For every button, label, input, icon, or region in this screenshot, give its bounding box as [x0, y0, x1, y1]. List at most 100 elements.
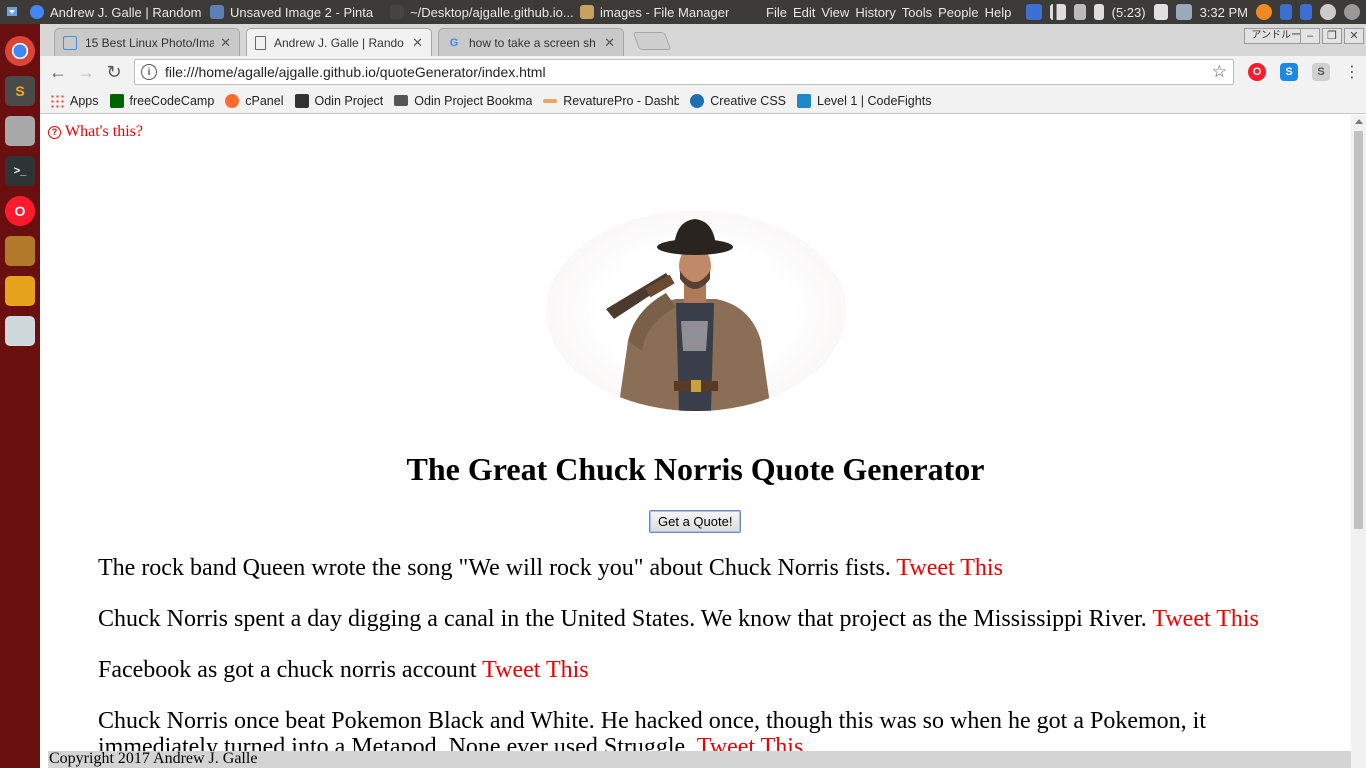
bookmark-creative-css[interactable]: Creative CSS — [690, 93, 786, 108]
update-icon[interactable] — [1320, 4, 1336, 20]
restore-button[interactable]: ❐ — [1322, 28, 1342, 44]
profile-name-button[interactable]: アンドルー — [1244, 28, 1308, 44]
presentation-icon[interactable] — [5, 276, 35, 306]
info-icon[interactable]: i — [141, 64, 157, 80]
bookmark-revaturepro[interactable]: RevaturePro - Dashb — [543, 94, 679, 108]
menu-help[interactable]: Help — [985, 5, 1012, 20]
settings-icon[interactable] — [1344, 4, 1360, 20]
chrome-icon[interactable] — [5, 36, 35, 66]
minimize-button[interactable]: – — [1300, 28, 1320, 44]
bookmark-label: cPanel — [245, 93, 284, 108]
taskbar-item-chrome[interactable]: Andrew J. Galle | Random ... — [24, 0, 204, 24]
tweet-this-link[interactable]: Tweet This — [1152, 606, 1259, 632]
revature-icon — [543, 98, 558, 103]
close-icon[interactable]: ✕ — [604, 35, 615, 51]
opera-icon[interactable]: O — [5, 196, 35, 226]
reload-button[interactable]: ↻ — [100, 58, 128, 86]
notes-icon[interactable] — [1153, 4, 1168, 20]
scrollbar-thumb[interactable] — [1354, 131, 1363, 529]
s-extension-icon[interactable]: S — [1312, 63, 1330, 81]
sublime-icon[interactable]: S — [5, 76, 35, 106]
archive-icon[interactable] — [5, 236, 35, 266]
tab-label: how to take a screen sh — [469, 35, 596, 50]
bookmarks-bar: Apps freeCodeCamp cPanel Odin Project Od… — [40, 88, 1366, 114]
mint-logo-icon[interactable] — [0, 0, 24, 24]
taskbar-label: Unsaved Image 2 - Pinta — [230, 4, 374, 20]
pinta-icon — [210, 5, 224, 19]
question-circle-icon: ? — [48, 125, 61, 139]
bluetooth-icon[interactable] — [1300, 4, 1312, 20]
tab-label: 15 Best Linux Photo/Ima — [85, 35, 215, 50]
bookmark-cpanel[interactable]: cPanel — [225, 93, 284, 108]
paint-icon[interactable] — [5, 316, 35, 346]
folder-icon — [394, 95, 409, 106]
creative-css-icon — [690, 93, 705, 108]
menu-tools[interactable]: Tools — [902, 5, 932, 20]
bookmark-odin-folder[interactable]: Odin Project Bookma — [394, 94, 532, 108]
input-method-icon[interactable] — [1256, 4, 1272, 20]
back-button[interactable]: ← — [44, 58, 72, 86]
bookmark-apps[interactable]: Apps — [50, 93, 99, 108]
bookmark-codefights[interactable]: Level 1 | CodeFights — [797, 93, 932, 108]
bookmark-label: Odin Project Bookma — [414, 93, 533, 108]
bookmark-freecodecamp[interactable]: freeCodeCamp — [109, 93, 214, 108]
bookmark-label: RevaturePro - Dashb — [563, 93, 680, 108]
tab-label: Andrew J. Galle | Rando — [274, 35, 404, 50]
launcher-dock: S >_ O — [0, 24, 40, 768]
close-window-button[interactable]: ✕ — [1344, 28, 1364, 44]
address-bar[interactable]: i file:///home/agalle/ajgalle.github.io/… — [134, 59, 1234, 85]
new-tab-button[interactable] — [632, 32, 672, 50]
menu-people[interactable]: People — [938, 5, 978, 20]
bookmark-star-icon[interactable]: ☆ — [1212, 62, 1227, 82]
menu-file[interactable]: File — [766, 5, 787, 20]
bluetooth-icon[interactable] — [1025, 4, 1042, 20]
bluetooth-icon[interactable] — [1280, 4, 1292, 20]
menu-icon[interactable]: ⋮ — [1344, 62, 1360, 82]
browser-toolbar: ← → ↻ i file:///home/agalle/ajgalle.gith… — [40, 56, 1366, 88]
file-cabinet-icon[interactable] — [5, 116, 35, 146]
cowboy-figure-icon — [606, 219, 771, 411]
google-icon: G — [449, 36, 459, 49]
system-tray: (5:23) 3:32 PM — [1025, 4, 1366, 20]
opera-extension-icon[interactable]: O — [1248, 63, 1266, 81]
quote-list: The rock band Queen wrote the song "We w… — [98, 555, 1278, 768]
bookmark-odin-project[interactable]: Odin Project — [294, 93, 383, 108]
scroll-up-icon[interactable] — [1355, 119, 1363, 124]
page-scrollbar[interactable] — [1351, 115, 1366, 768]
taskbar-label: ~/Desktop/ajgalle.github.io... — [410, 4, 574, 20]
clock[interactable]: 3:32 PM — [1200, 5, 1248, 20]
taskbar-item-pinta[interactable]: Unsaved Image 2 - Pinta — [204, 0, 384, 24]
url-text[interactable]: file:///home/agalle/ajgalle.github.io/qu… — [165, 64, 546, 80]
battery-icon[interactable] — [1093, 4, 1104, 20]
terminal-icon[interactable]: >_ — [5, 156, 35, 186]
whats-this-link[interactable]: ? What's this? — [48, 123, 143, 141]
folder-icon — [580, 5, 594, 19]
system-top-panel: Andrew J. Galle | Random ... Unsaved Ima… — [0, 0, 1366, 24]
tab-screenshot-search[interactable]: G how to take a screen sh ✕ — [438, 28, 624, 56]
apps-grid-icon — [50, 93, 64, 108]
menu-view[interactable]: View — [821, 5, 849, 20]
volume-icon[interactable] — [1073, 4, 1086, 20]
display-icon[interactable] — [1175, 4, 1192, 20]
tab-linux-photo[interactable]: 15 Best Linux Photo/Ima ✕ — [54, 28, 240, 56]
tab-andrew-galle[interactable]: Andrew J. Galle | Rando ✕ — [246, 28, 432, 56]
bookmark-label: Apps — [70, 93, 99, 108]
tweet-this-link[interactable]: Tweet This — [482, 657, 589, 683]
whats-this-label: What's this? — [65, 123, 143, 140]
menu-edit[interactable]: Edit — [793, 5, 815, 20]
menu-history[interactable]: History — [855, 5, 895, 20]
taskbar-item-editor[interactable]: ~/Desktop/ajgalle.github.io... — [384, 0, 574, 24]
freecodecamp-icon — [109, 93, 124, 108]
forward-button[interactable]: → — [72, 58, 100, 86]
taskbar-item-file-manager[interactable]: images - File Manager — [574, 0, 754, 24]
skype-extension-icon[interactable]: S — [1280, 63, 1298, 81]
get-quote-button[interactable]: Get a Quote! — [649, 510, 742, 533]
quote-item: Facebook as got a chuck norris account T… — [98, 657, 1278, 683]
bookmark-label: Level 1 | CodeFights — [817, 93, 932, 108]
quote-text: The rock band Queen wrote the song "We w… — [98, 555, 891, 581]
close-icon[interactable]: ✕ — [412, 35, 423, 51]
tweet-this-link[interactable]: Tweet This — [896, 555, 1003, 581]
network-signal-icon[interactable] — [1049, 4, 1066, 20]
close-icon[interactable]: ✕ — [220, 35, 231, 51]
battery-time: (5:23) — [1111, 4, 1146, 20]
